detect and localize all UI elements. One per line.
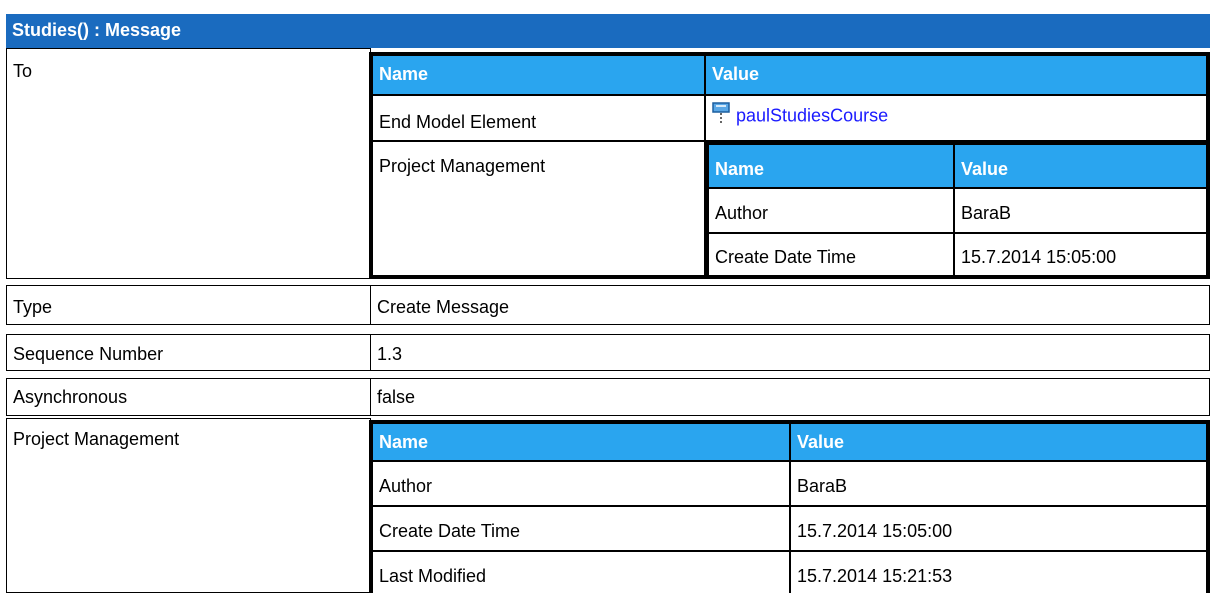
end-model-element-value[interactable]: paulStudiesCourse — [705, 95, 1207, 141]
to-pm-create-value: 15.7.2014 15:05:00 — [954, 233, 1207, 276]
to-pm-header-name: Name — [708, 144, 954, 188]
to-table-header-value: Value — [705, 55, 1207, 95]
pm-modified-value: 15.7.2014 15:21:53 — [790, 551, 1207, 593]
sequence-number-label: Sequence Number — [6, 334, 371, 371]
to-project-management-label: Project Management — [372, 141, 705, 276]
to-table-header-name: Name — [372, 55, 705, 95]
asynchronous-value: false — [370, 378, 1210, 416]
type-label: Type — [6, 285, 371, 325]
pm-header-value: Value — [790, 423, 1207, 461]
to-pm-author-value: BaraB — [954, 188, 1207, 233]
project-management-label: Project Management — [6, 418, 371, 593]
to-label-text: To — [13, 61, 33, 81]
type-value: Create Message — [370, 285, 1210, 325]
pm-author-value: BaraB — [790, 461, 1207, 506]
to-label: To — [6, 48, 371, 279]
pm-create-value: 15.7.2014 15:05:00 — [790, 506, 1207, 551]
pm-author-label: Author — [372, 461, 790, 506]
end-model-element-link[interactable]: paulStudiesCourse — [736, 105, 888, 125]
pm-modified-label: Last Modified — [372, 551, 790, 593]
end-model-element-label: End Model Element — [372, 95, 705, 141]
pm-create-label: Create Date Time — [372, 506, 790, 551]
pm-header-name: Name — [372, 423, 790, 461]
sequence-number-value: 1.3 — [370, 334, 1210, 371]
to-pm-author-label: Author — [708, 188, 954, 233]
to-pm-create-label: Create Date Time — [708, 233, 954, 276]
asynchronous-label: Asynchronous — [6, 378, 371, 416]
page-title: Studies() : Message — [6, 14, 1210, 48]
to-pm-header-value: Value — [954, 144, 1207, 188]
lifeline-icon — [712, 102, 730, 131]
